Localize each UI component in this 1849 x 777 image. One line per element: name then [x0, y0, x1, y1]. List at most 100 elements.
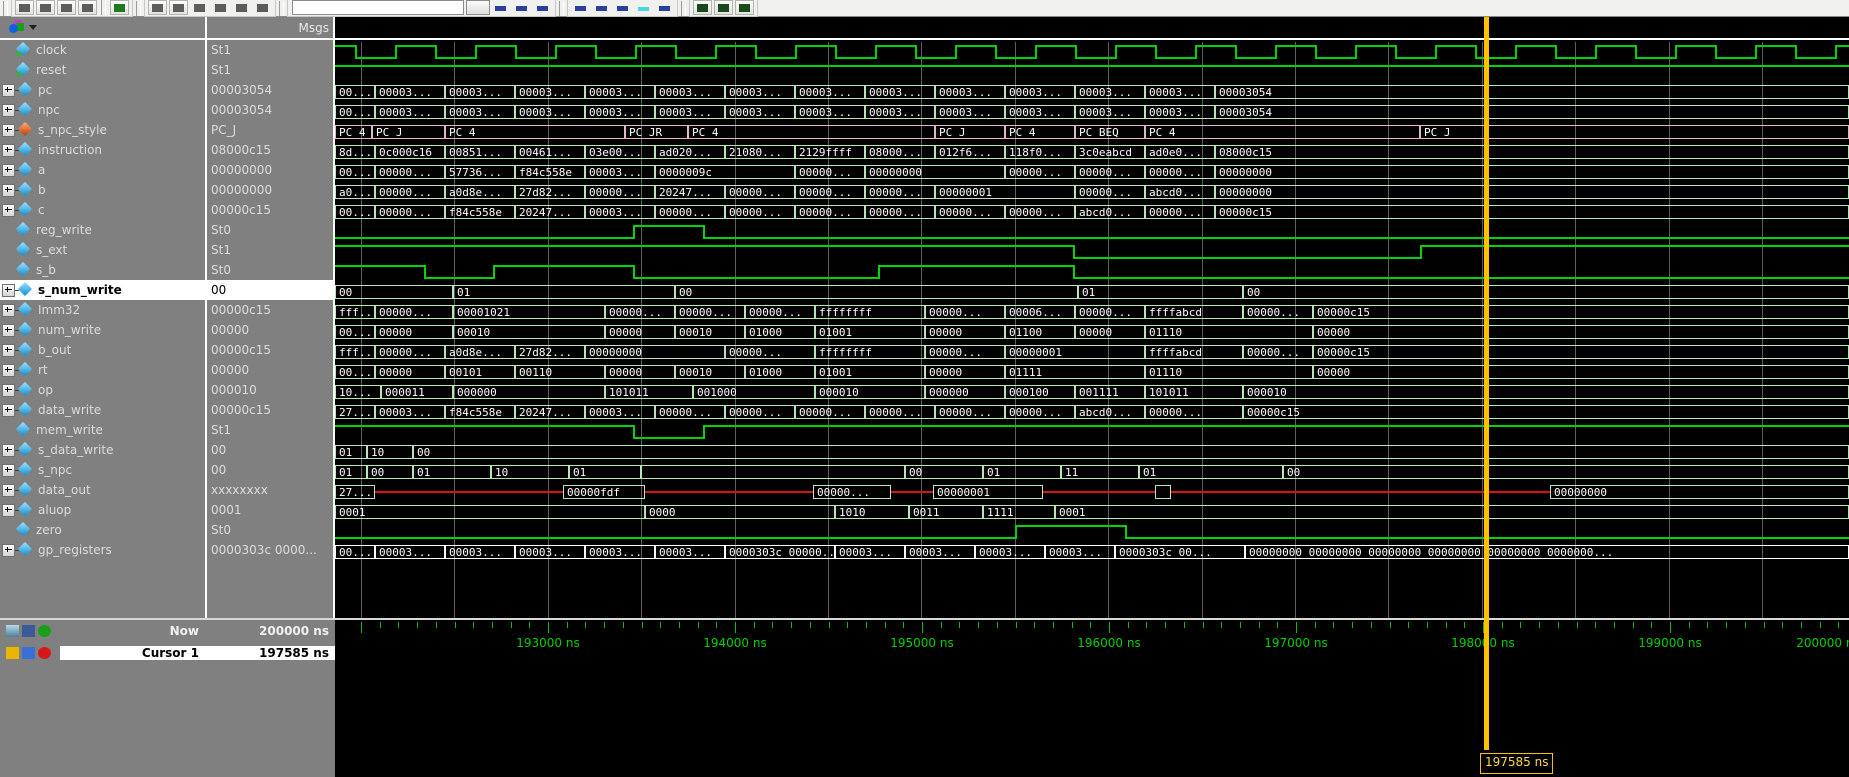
signal-row-mem_write[interactable]: mem_write	[0, 420, 207, 440]
zoom-range-button[interactable]	[78, 0, 97, 15]
cut-button[interactable]	[148, 0, 167, 15]
expand-toggle-op[interactable]	[2, 383, 15, 397]
waveform-row-data_out[interactable]: 27... 00000fdf 00000... 00000001 00000000	[335, 482, 1849, 502]
signal-row-reset[interactable]: reset	[0, 60, 207, 80]
waveform-row-s_npc_style[interactable]: PC_4 PC_J PC_4 PC_JR PC_4 PC_J PC_4 PC_BEQ PC_4 P…	[335, 122, 1849, 142]
waveform-row-reset[interactable]	[335, 62, 1849, 82]
name-pane-header[interactable]	[0, 17, 207, 40]
expand-toggle-s_data_write[interactable]	[2, 443, 15, 457]
signal-row-op[interactable]: op	[0, 380, 207, 400]
signal-row-b_out[interactable]: b_out	[0, 340, 207, 360]
signal-row-instruction[interactable]: instruction	[0, 140, 207, 160]
expand-toggle-npc[interactable]	[2, 103, 15, 117]
chevron-down-icon[interactable]	[29, 25, 37, 30]
expand-toggle-a[interactable]	[2, 163, 15, 177]
toolbar-group-edit[interactable]	[144, 0, 276, 17]
cursor-next-button[interactable]	[613, 0, 632, 15]
toolbar-group-search[interactable]	[287, 0, 556, 17]
expand-toggle-s_npc[interactable]	[2, 463, 15, 477]
zoom-down-button[interactable]	[57, 0, 76, 15]
waveform-canvas[interactable]: 00... 00003... 00003... 00003... 00003... 000…	[335, 42, 1849, 775]
waveform-row-pc[interactable]: 00... 00003... 00003... 00003... 00003... 000…	[335, 82, 1849, 102]
expand-toggle-Imm32[interactable]	[2, 303, 15, 317]
signal-row-num_write[interactable]: num_write	[0, 320, 207, 340]
wave-pane-icon[interactable]	[22, 625, 35, 637]
undo-button[interactable]	[211, 0, 230, 15]
now-row-icons[interactable]	[0, 625, 60, 637]
signal-row-aluop[interactable]: aluop	[0, 500, 207, 520]
waveform-row-op[interactable]: 10... 000011 000000 101011 001000 000010 00000…	[335, 382, 1849, 402]
signal-row-s_b[interactable]: s_b	[0, 260, 207, 280]
waveform-row-gp_registers[interactable]: 00... 00003... 00003... 00003... 00003... 000…	[335, 542, 1849, 562]
find-all-button[interactable]	[533, 0, 552, 15]
signal-row-reg_write[interactable]: reg_write	[0, 220, 207, 240]
main-toolbar[interactable]	[0, 0, 1849, 17]
expand-toggle-b_out[interactable]	[2, 343, 15, 357]
expand-toggle-s_npc_style[interactable]	[2, 123, 15, 137]
waveform-row-aluop[interactable]: 0001 0000 1010 0011 1111 0001	[335, 502, 1849, 522]
waveform-row-num_write[interactable]: 00... 00000 00010 00000 00010 01000 01001 00000…	[335, 322, 1849, 342]
find-previous-button[interactable]	[491, 0, 510, 15]
signal-row-s_data_write[interactable]: s_data_write	[0, 440, 207, 460]
signal-value-list[interactable]: St1 St1 00003054 00003054 PC_J 08000c15 000000…	[207, 40, 335, 560]
signal-row-gp_registers[interactable]: gp_registers	[0, 540, 207, 560]
wave-group-button[interactable]	[714, 0, 733, 15]
time-ruler[interactable]: 193000 ns 194000 ns 195000 ns 196000 ns 1970…	[335, 618, 1849, 660]
wrench-icon[interactable]	[22, 647, 35, 659]
expand-toggle-b[interactable]	[2, 183, 15, 197]
cursor-add-button[interactable]	[634, 0, 653, 15]
redo-button[interactable]	[232, 0, 251, 15]
delete-button[interactable]	[253, 0, 272, 15]
cursor-1-marker[interactable]	[1484, 17, 1489, 750]
zoom-select-button[interactable]	[36, 0, 55, 15]
expand-toggle-pc[interactable]	[2, 83, 15, 97]
cursor-row-icons[interactable]	[0, 647, 60, 659]
signal-row-data_write[interactable]: data_write	[0, 400, 207, 420]
signal-row-pc[interactable]: pc	[0, 80, 207, 100]
copy-button[interactable]	[169, 0, 188, 15]
signal-row-npc[interactable]: npc	[0, 100, 207, 120]
signal-row-data_out[interactable]: data_out	[0, 480, 207, 500]
wave-combine-button[interactable]	[735, 0, 754, 15]
waveform-row-clock[interactable]	[335, 42, 1849, 62]
paste-button[interactable]	[190, 0, 209, 15]
lock-icon[interactable]	[6, 647, 19, 659]
waveform-row-npc[interactable]: 00... 00003... 00003... 00003... 00003... 000…	[335, 102, 1849, 122]
signal-row-Imm32[interactable]: Imm32	[0, 300, 207, 320]
select-cursor-button[interactable]	[15, 0, 34, 15]
cursor-prev-button[interactable]	[592, 0, 611, 15]
expand-toggle-num_write[interactable]	[2, 323, 15, 337]
expand-toggle-data_out[interactable]	[2, 483, 15, 497]
expand-toggle-instruction[interactable]	[2, 143, 15, 157]
toolbar-group-cursor[interactable]	[567, 0, 678, 17]
expand-toggle-s_num_write[interactable]	[2, 283, 15, 297]
cursor-last-button[interactable]	[655, 0, 674, 15]
waveform-row-b[interactable]: a0... 00000... a0d8e... 27d82... 00000... 202…	[335, 182, 1849, 202]
waveform-row-instruction[interactable]: 8d... 0c000c16 00851... 00461... 03e00... ad0…	[335, 142, 1849, 162]
waveform-row-s_num_write[interactable]: 00 01 00 01 00	[335, 282, 1849, 302]
wave-insert-button[interactable]	[693, 0, 712, 15]
search-options-dropdown[interactable]	[466, 0, 490, 15]
waveform-row-s_b[interactable]	[335, 262, 1849, 282]
signal-row-zero[interactable]: zero	[0, 520, 207, 540]
expand-toggle-data_write[interactable]	[2, 403, 15, 417]
find-next-button[interactable]	[512, 0, 531, 15]
waveform-row-mem_write[interactable]	[335, 422, 1849, 442]
signal-row-a[interactable]: a	[0, 160, 207, 180]
add-marker-icon[interactable]	[38, 625, 51, 637]
signal-row-clock[interactable]: clock	[0, 40, 207, 60]
waveform-row-c[interactable]: 00... 00000... f84c558e 20247... 00003... 000…	[335, 202, 1849, 222]
waveform-row-rt[interactable]: 00... 00000 00101 00110 00000 00010 01000 01001…	[335, 362, 1849, 382]
waveform-row-s_ext[interactable]	[335, 242, 1849, 262]
delete-cursor-icon[interactable]	[38, 647, 51, 659]
run-button[interactable]	[110, 0, 129, 15]
signal-row-c[interactable]: c	[0, 200, 207, 220]
wave-zoom-icon[interactable]	[6, 625, 19, 637]
waveform-row-reg_write[interactable]	[335, 222, 1849, 242]
cursor-first-button[interactable]	[571, 0, 590, 15]
toolbar-group-selection[interactable]	[11, 0, 133, 17]
signal-row-rt[interactable]: rt	[0, 360, 207, 380]
search-input[interactable]	[292, 0, 464, 15]
signal-row-s_ext[interactable]: s_ext	[0, 240, 207, 260]
signal-row-s_npc[interactable]: s_npc	[0, 460, 207, 480]
